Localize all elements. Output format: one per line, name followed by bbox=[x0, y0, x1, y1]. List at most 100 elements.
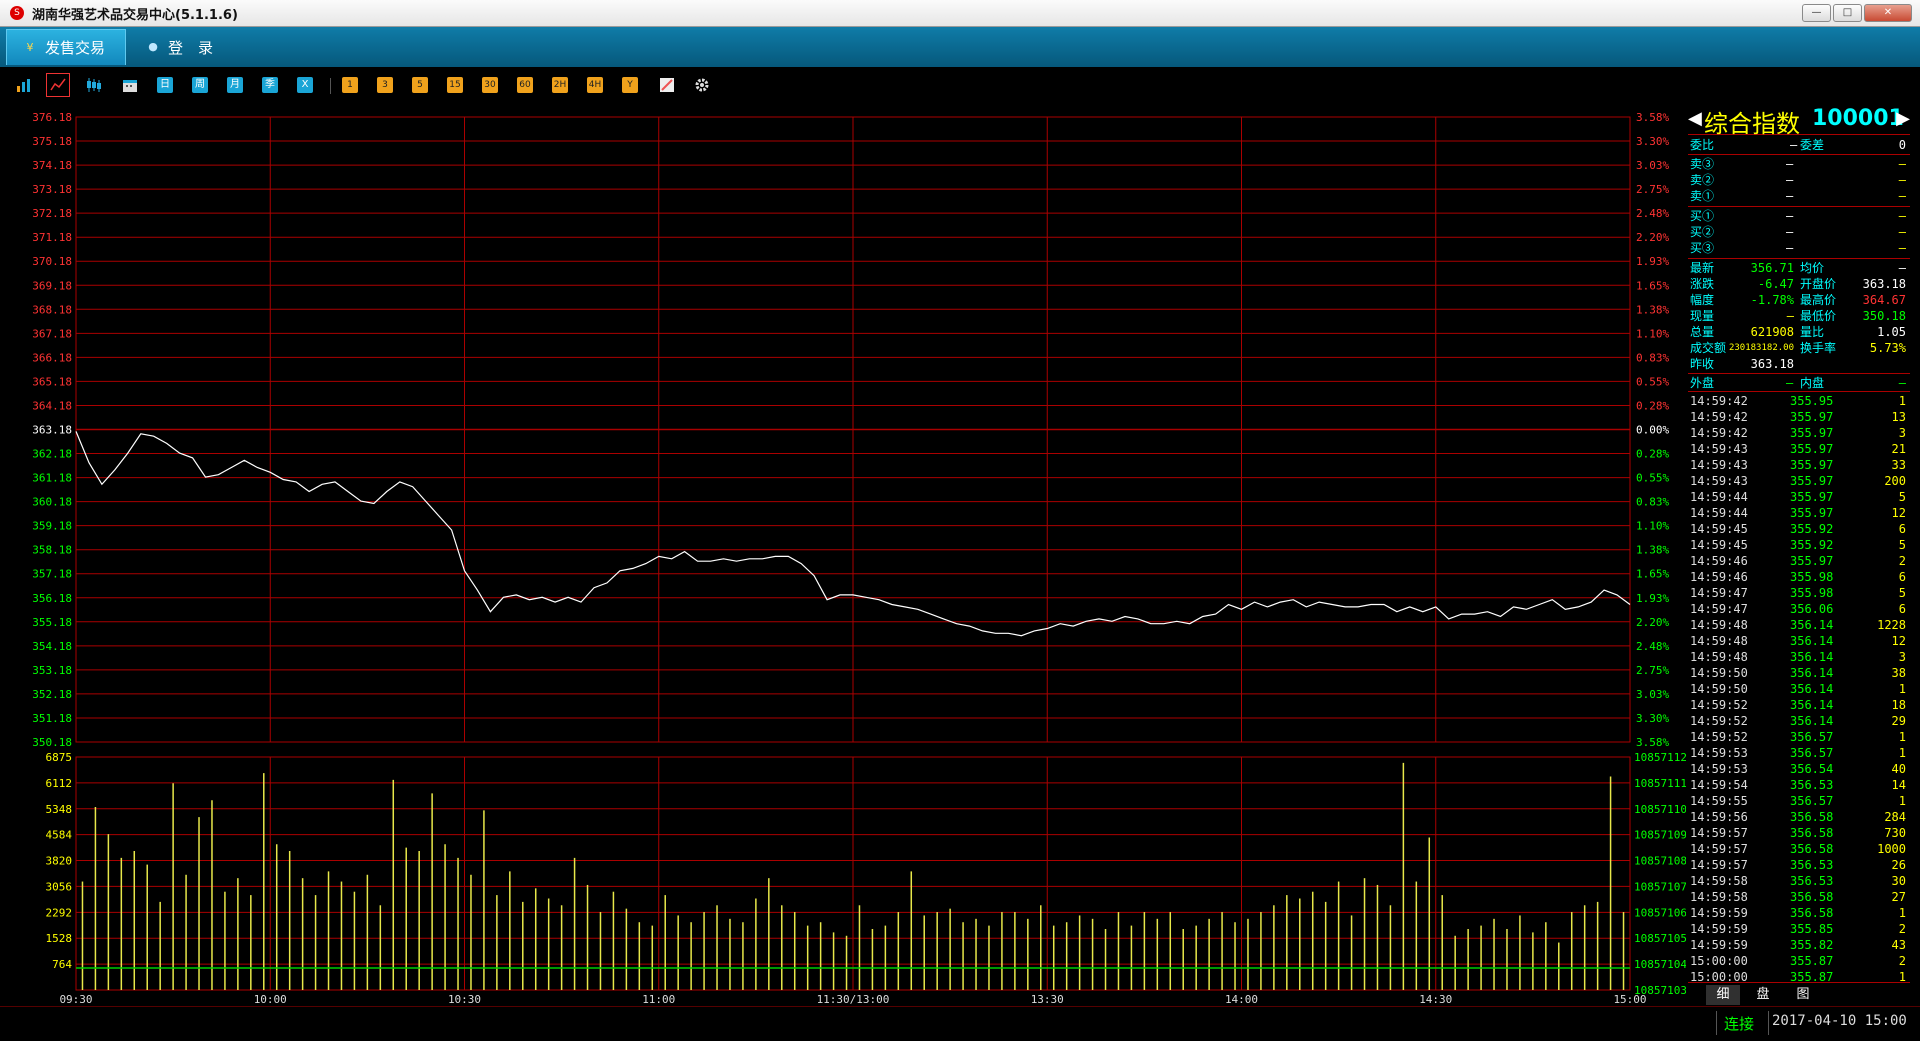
tick-time: 14:59:42 bbox=[1690, 410, 1748, 424]
minute-1-button[interactable]: 1 bbox=[342, 77, 358, 93]
instrument-code: 100001 bbox=[1812, 106, 1904, 131]
year-button[interactable]: Y bbox=[622, 77, 638, 93]
position-tick-label: 10857109 bbox=[1634, 829, 1686, 842]
chart-axis-labels: 376.18 3.58% 375.18 3.30% 374.18 3.03% 373.18 2… bbox=[32, 111, 1686, 1006]
tick-volume: 2 bbox=[1898, 554, 1906, 568]
tick-price: 355.97 bbox=[1790, 410, 1834, 424]
pct-tick-label: 2.48% bbox=[1636, 640, 1669, 653]
stat-label: 成交额 bbox=[1690, 341, 1727, 355]
tick-price: 355.97 bbox=[1790, 554, 1834, 568]
stat-label: 开盘价 bbox=[1800, 277, 1837, 291]
tick-price: 356.58 bbox=[1790, 826, 1834, 840]
stat-value: 1.05 bbox=[1877, 325, 1906, 339]
ask-volume: — bbox=[1898, 173, 1906, 187]
line-chart-icon[interactable] bbox=[46, 73, 70, 97]
tab-trade[interactable]: ¥ 发售交易 bbox=[6, 29, 126, 65]
tick-price: 355.97 bbox=[1790, 442, 1834, 456]
maximize-button[interactable]: □ bbox=[1833, 4, 1862, 22]
status-separator bbox=[1716, 1011, 1717, 1035]
tab-login[interactable]: ● 登 录 bbox=[142, 29, 213, 65]
volume-tick-label: 4584 bbox=[46, 829, 73, 842]
stat-label: 最高价 bbox=[1800, 293, 1837, 307]
pct-tick-label: 3.30% bbox=[1636, 712, 1669, 725]
tick-volume: 30 bbox=[1891, 874, 1906, 888]
minute-3-button[interactable]: 3 bbox=[377, 77, 393, 93]
period-week-button[interactable]: 周 bbox=[192, 77, 208, 93]
calendar-icon[interactable] bbox=[122, 77, 138, 93]
tick-time: 14:59:52 bbox=[1690, 730, 1748, 744]
weibi-row: 委比 — 委差 0 bbox=[1690, 137, 1908, 153]
outer-value: — bbox=[1786, 376, 1794, 390]
pct-tick-label: 0.00% bbox=[1636, 424, 1669, 437]
bid-price: — bbox=[1786, 241, 1794, 255]
draw-icon[interactable] bbox=[659, 77, 675, 93]
tick-price: 355.97 bbox=[1790, 426, 1834, 440]
hour-4-button[interactable]: 4H bbox=[587, 77, 603, 93]
tick-price: 356.53 bbox=[1790, 874, 1834, 888]
price-tick-label: 351.18 bbox=[32, 712, 72, 725]
tick-volume: 33 bbox=[1891, 458, 1906, 472]
time-tick-label: 11:00 bbox=[642, 993, 675, 1006]
tick-time: 14:59:43 bbox=[1690, 474, 1748, 488]
volume-tick-label: 764 bbox=[52, 958, 72, 971]
candle-chart-icon[interactable] bbox=[86, 77, 102, 93]
minute-30-button[interactable]: 30 bbox=[482, 77, 498, 93]
period-day-button[interactable]: 日 bbox=[157, 77, 173, 93]
minute-15-button[interactable]: 15 bbox=[447, 77, 463, 93]
stat-value: -6.47 bbox=[1757, 277, 1794, 291]
connection-status: 连接 bbox=[1724, 1015, 1755, 1033]
ask-row: 卖② — — bbox=[1690, 172, 1908, 188]
bid-volume: — bbox=[1898, 209, 1906, 223]
trade-tick-row: 14:59:47 356.06 6 bbox=[1690, 601, 1906, 617]
tick-time: 15:00:00 bbox=[1690, 954, 1748, 968]
app-logo-icon: S bbox=[10, 6, 24, 20]
trade-tick-row: 14:59:43 355.97 33 bbox=[1690, 457, 1906, 473]
tab-orderbook[interactable]: 盘 bbox=[1746, 985, 1780, 1005]
tick-price: 356.58 bbox=[1790, 842, 1834, 856]
pct-tick-label: 0.83% bbox=[1636, 351, 1669, 364]
tick-price: 356.58 bbox=[1790, 890, 1834, 904]
tick-time: 14:59:46 bbox=[1690, 570, 1748, 584]
minimize-button[interactable]: — bbox=[1802, 4, 1831, 22]
next-arrow-icon[interactable]: ▶ bbox=[1896, 108, 1910, 129]
tick-time: 14:59:53 bbox=[1690, 762, 1748, 776]
close-button[interactable]: ✕ bbox=[1864, 4, 1912, 22]
minute-5-button[interactable]: 5 bbox=[412, 77, 428, 93]
price-tick-label: 368.18 bbox=[32, 303, 72, 316]
tab-graph[interactable]: 图 bbox=[1786, 985, 1820, 1005]
stat-label: 幅度 bbox=[1690, 293, 1715, 307]
period-season-button[interactable]: 季 bbox=[262, 77, 278, 93]
stat-row: 最新 356.71 均价 — bbox=[1690, 260, 1908, 276]
price-tick-label: 356.18 bbox=[32, 592, 72, 605]
gear-icon[interactable] bbox=[694, 77, 710, 93]
pct-tick-label: 2.75% bbox=[1636, 664, 1669, 677]
prev-arrow-icon[interactable]: ◀ bbox=[1688, 108, 1702, 129]
tab-detail[interactable]: 细 bbox=[1706, 985, 1740, 1005]
minute-60-button[interactable]: 60 bbox=[517, 77, 533, 93]
tick-time: 14:59:48 bbox=[1690, 650, 1748, 664]
tick-price: 355.87 bbox=[1790, 954, 1834, 968]
trade-tick-row: 14:59:53 356.54 40 bbox=[1690, 761, 1906, 777]
price-tick-label: 375.18 bbox=[32, 135, 72, 148]
tick-price: 356.14 bbox=[1790, 650, 1834, 664]
bar-chart-icon[interactable] bbox=[16, 77, 32, 93]
ask-volume: — bbox=[1898, 189, 1906, 203]
ask-price: — bbox=[1786, 189, 1794, 203]
stat-value: 230183182.00 bbox=[1728, 343, 1794, 353]
pct-tick-label: 1.93% bbox=[1636, 255, 1669, 268]
tick-price: 355.82 bbox=[1790, 938, 1834, 952]
period-custom-button[interactable]: X bbox=[297, 77, 313, 93]
tick-time: 14:59:47 bbox=[1690, 602, 1748, 616]
trade-tick-row: 14:59:48 356.14 3 bbox=[1690, 649, 1906, 665]
volume-tick-label: 5348 bbox=[46, 803, 73, 816]
volume-tick-label: 3820 bbox=[46, 855, 73, 868]
time-tick-label: 10:30 bbox=[448, 993, 481, 1006]
price-tick-label: 364.18 bbox=[32, 399, 72, 412]
tick-volume: 1228 bbox=[1877, 618, 1906, 632]
stat-label: 均价 bbox=[1800, 261, 1825, 275]
outer-inner-row: 外盘 — 内盘 — bbox=[1690, 375, 1908, 391]
hour-2-button[interactable]: 2H bbox=[552, 77, 568, 93]
pct-tick-label: 1.38% bbox=[1636, 303, 1669, 316]
period-month-button[interactable]: 月 bbox=[227, 77, 243, 93]
trade-tick-row: 14:59:50 356.14 38 bbox=[1690, 665, 1906, 681]
